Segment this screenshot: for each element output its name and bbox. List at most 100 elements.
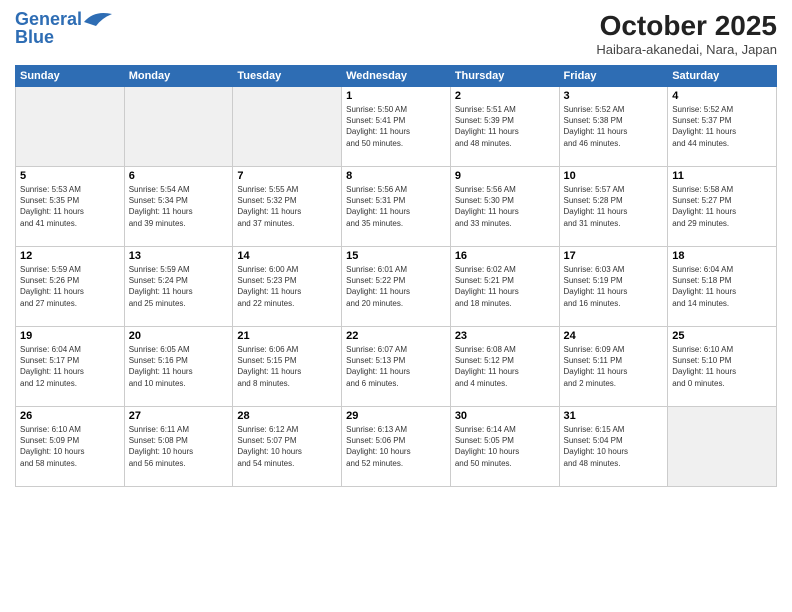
calendar-cell: 11Sunrise: 5:58 AM Sunset: 5:27 PM Dayli… bbox=[668, 167, 777, 247]
page-header: General Blue October 2025 Haibara-akaned… bbox=[15, 10, 777, 57]
calendar-cell: 10 Sunrise: 5:57 AM Sunset: 5:28 PM Dayli… bbox=[559, 167, 668, 247]
day-number: 2 bbox=[455, 90, 555, 102]
day-number: 26 bbox=[20, 410, 120, 422]
weekday-header-monday: Monday bbox=[124, 66, 233, 87]
calendar-cell: 19 Sunrise: 6:04 AM Sunset: 5:17 PM Dayli… bbox=[16, 327, 125, 407]
day-number: 25 bbox=[672, 330, 772, 342]
day-info: Sunrise: 5:54 AM Sunset: 5:34 PM Dayligh… bbox=[129, 184, 229, 229]
calendar-cell: 8Sunrise: 5:56 AM Sunset: 5:31 PM Daylig… bbox=[342, 167, 451, 247]
month-title: October 2025 bbox=[596, 10, 777, 42]
day-number: 18 bbox=[672, 250, 772, 262]
day-number: 30 bbox=[455, 410, 555, 422]
day-info: Sunrise: 6:09 AM Sunset: 5:11 PM Dayligh… bbox=[564, 344, 664, 389]
day-number: 31 bbox=[564, 410, 664, 422]
day-number: 17 bbox=[564, 250, 664, 262]
calendar-cell: 25 Sunrise: 6:10 AM Sunset: 5:10 PM Dayli… bbox=[668, 327, 777, 407]
calendar-cell: 9 Sunrise: 5:56 AM Sunset: 5:30 PM Daylig… bbox=[450, 167, 559, 247]
day-number: 9 bbox=[455, 170, 555, 182]
calendar-cell bbox=[16, 87, 125, 167]
day-info: Sunrise: 5:59 AM Sunset: 5:24 PM Dayligh… bbox=[129, 264, 229, 309]
calendar-cell: 1Sunrise: 5:50 AM Sunset: 5:41 PM Daylig… bbox=[342, 87, 451, 167]
day-info: Sunrise: 6:01 AM Sunset: 5:22 PM Dayligh… bbox=[346, 264, 446, 309]
day-number: 12 bbox=[20, 250, 120, 262]
day-info: Sunrise: 6:14 AM Sunset: 5:05 PM Dayligh… bbox=[455, 424, 555, 469]
calendar-cell: 23 Sunrise: 6:08 AM Sunset: 5:12 PM Dayli… bbox=[450, 327, 559, 407]
calendar-cell: 31 Sunrise: 6:15 AM Sunset: 5:04 PM Dayli… bbox=[559, 407, 668, 487]
calendar-cell: 4Sunrise: 5:52 AM Sunset: 5:37 PM Daylig… bbox=[668, 87, 777, 167]
day-info: Sunrise: 5:52 AM Sunset: 5:37 PM Dayligh… bbox=[672, 104, 772, 149]
day-info: Sunrise: 6:15 AM Sunset: 5:04 PM Dayligh… bbox=[564, 424, 664, 469]
logo-wing-icon bbox=[84, 10, 112, 26]
day-info: Sunrise: 6:13 AM Sunset: 5:06 PM Dayligh… bbox=[346, 424, 446, 469]
calendar-cell: 30 Sunrise: 6:14 AM Sunset: 5:05 PM Dayli… bbox=[450, 407, 559, 487]
day-number: 14 bbox=[237, 250, 337, 262]
day-number: 15 bbox=[346, 250, 446, 262]
day-info: Sunrise: 6:07 AM Sunset: 5:13 PM Dayligh… bbox=[346, 344, 446, 389]
day-number: 27 bbox=[129, 410, 229, 422]
calendar-cell: 14Sunrise: 6:00 AM Sunset: 5:23 PM Dayli… bbox=[233, 247, 342, 327]
day-info: Sunrise: 5:52 AM Sunset: 5:38 PM Dayligh… bbox=[564, 104, 664, 149]
day-number: 29 bbox=[346, 410, 446, 422]
weekday-header-friday: Friday bbox=[559, 66, 668, 87]
calendar-cell: 21 Sunrise: 6:06 AM Sunset: 5:15 PM Dayli… bbox=[233, 327, 342, 407]
day-info: Sunrise: 5:56 AM Sunset: 5:31 PM Dayligh… bbox=[346, 184, 446, 229]
day-info: Sunrise: 6:12 AM Sunset: 5:07 PM Dayligh… bbox=[237, 424, 337, 469]
page-container: General Blue October 2025 Haibara-akaned… bbox=[0, 0, 792, 612]
day-info: Sunrise: 5:53 AM Sunset: 5:35 PM Dayligh… bbox=[20, 184, 120, 229]
day-number: 10 bbox=[564, 170, 664, 182]
calendar-cell: 13 Sunrise: 5:59 AM Sunset: 5:24 PM Dayli… bbox=[124, 247, 233, 327]
calendar-week-4: 19 Sunrise: 6:04 AM Sunset: 5:17 PM Dayli… bbox=[16, 327, 777, 407]
day-info: Sunrise: 6:03 AM Sunset: 5:19 PM Dayligh… bbox=[564, 264, 664, 309]
day-info: Sunrise: 6:10 AM Sunset: 5:10 PM Dayligh… bbox=[672, 344, 772, 389]
day-info: Sunrise: 6:10 AM Sunset: 5:09 PM Dayligh… bbox=[20, 424, 120, 469]
calendar-cell: 17 Sunrise: 6:03 AM Sunset: 5:19 PM Dayli… bbox=[559, 247, 668, 327]
calendar-cell: 26 Sunrise: 6:10 AM Sunset: 5:09 PM Dayli… bbox=[16, 407, 125, 487]
calendar-cell: 6 Sunrise: 5:54 AM Sunset: 5:34 PM Daylig… bbox=[124, 167, 233, 247]
calendar-cell: 2Sunrise: 5:51 AM Sunset: 5:39 PM Daylig… bbox=[450, 87, 559, 167]
calendar-cell: 18 Sunrise: 6:04 AM Sunset: 5:18 PM Dayli… bbox=[668, 247, 777, 327]
day-number: 11 bbox=[672, 170, 772, 182]
day-info: Sunrise: 5:57 AM Sunset: 5:28 PM Dayligh… bbox=[564, 184, 664, 229]
weekday-header-saturday: Saturday bbox=[668, 66, 777, 87]
day-info: Sunrise: 5:55 AM Sunset: 5:32 PM Dayligh… bbox=[237, 184, 337, 229]
day-number: 5 bbox=[20, 170, 120, 182]
calendar-cell: 5 Sunrise: 5:53 AM Sunset: 5:35 PM Daylig… bbox=[16, 167, 125, 247]
calendar-cell bbox=[668, 407, 777, 487]
day-number: 23 bbox=[455, 330, 555, 342]
day-info: Sunrise: 6:08 AM Sunset: 5:12 PM Dayligh… bbox=[455, 344, 555, 389]
logo: General Blue bbox=[15, 10, 112, 48]
day-number: 21 bbox=[237, 330, 337, 342]
day-info: Sunrise: 6:04 AM Sunset: 5:18 PM Dayligh… bbox=[672, 264, 772, 309]
day-info: Sunrise: 6:02 AM Sunset: 5:21 PM Dayligh… bbox=[455, 264, 555, 309]
calendar-cell: 24Sunrise: 6:09 AM Sunset: 5:11 PM Dayli… bbox=[559, 327, 668, 407]
day-number: 1 bbox=[346, 90, 446, 102]
day-number: 7 bbox=[237, 170, 337, 182]
day-info: Sunrise: 5:56 AM Sunset: 5:30 PM Dayligh… bbox=[455, 184, 555, 229]
calendar-cell bbox=[233, 87, 342, 167]
calendar-cell: 29 Sunrise: 6:13 AM Sunset: 5:06 PM Dayli… bbox=[342, 407, 451, 487]
calendar-week-2: 5 Sunrise: 5:53 AM Sunset: 5:35 PM Daylig… bbox=[16, 167, 777, 247]
calendar-cell: 22Sunrise: 6:07 AM Sunset: 5:13 PM Dayli… bbox=[342, 327, 451, 407]
day-number: 3 bbox=[564, 90, 664, 102]
day-info: Sunrise: 5:59 AM Sunset: 5:26 PM Dayligh… bbox=[20, 264, 120, 309]
calendar-week-5: 26 Sunrise: 6:10 AM Sunset: 5:09 PM Dayli… bbox=[16, 407, 777, 487]
calendar-cell: 7 Sunrise: 5:55 AM Sunset: 5:32 PM Daylig… bbox=[233, 167, 342, 247]
day-info: Sunrise: 6:06 AM Sunset: 5:15 PM Dayligh… bbox=[237, 344, 337, 389]
day-number: 20 bbox=[129, 330, 229, 342]
title-section: October 2025 Haibara-akanedai, Nara, Jap… bbox=[596, 10, 777, 57]
calendar-cell: 15 Sunrise: 6:01 AM Sunset: 5:22 PM Dayli… bbox=[342, 247, 451, 327]
weekday-header-sunday: Sunday bbox=[16, 66, 125, 87]
calendar-cell: 28Sunrise: 6:12 AM Sunset: 5:07 PM Dayli… bbox=[233, 407, 342, 487]
weekday-header-tuesday: Tuesday bbox=[233, 66, 342, 87]
day-number: 19 bbox=[20, 330, 120, 342]
day-number: 13 bbox=[129, 250, 229, 262]
day-info: Sunrise: 6:04 AM Sunset: 5:17 PM Dayligh… bbox=[20, 344, 120, 389]
calendar-cell: 12 Sunrise: 5:59 AM Sunset: 5:26 PM Dayli… bbox=[16, 247, 125, 327]
calendar-week-1: 1Sunrise: 5:50 AM Sunset: 5:41 PM Daylig… bbox=[16, 87, 777, 167]
day-number: 16 bbox=[455, 250, 555, 262]
calendar-table: SundayMondayTuesdayWednesdayThursdayFrid… bbox=[15, 65, 777, 487]
calendar-cell: 3 Sunrise: 5:52 AM Sunset: 5:38 PM Daylig… bbox=[559, 87, 668, 167]
day-number: 6 bbox=[129, 170, 229, 182]
weekday-header-row: SundayMondayTuesdayWednesdayThursdayFrid… bbox=[16, 66, 777, 87]
calendar-cell: 20Sunrise: 6:05 AM Sunset: 5:16 PM Dayli… bbox=[124, 327, 233, 407]
